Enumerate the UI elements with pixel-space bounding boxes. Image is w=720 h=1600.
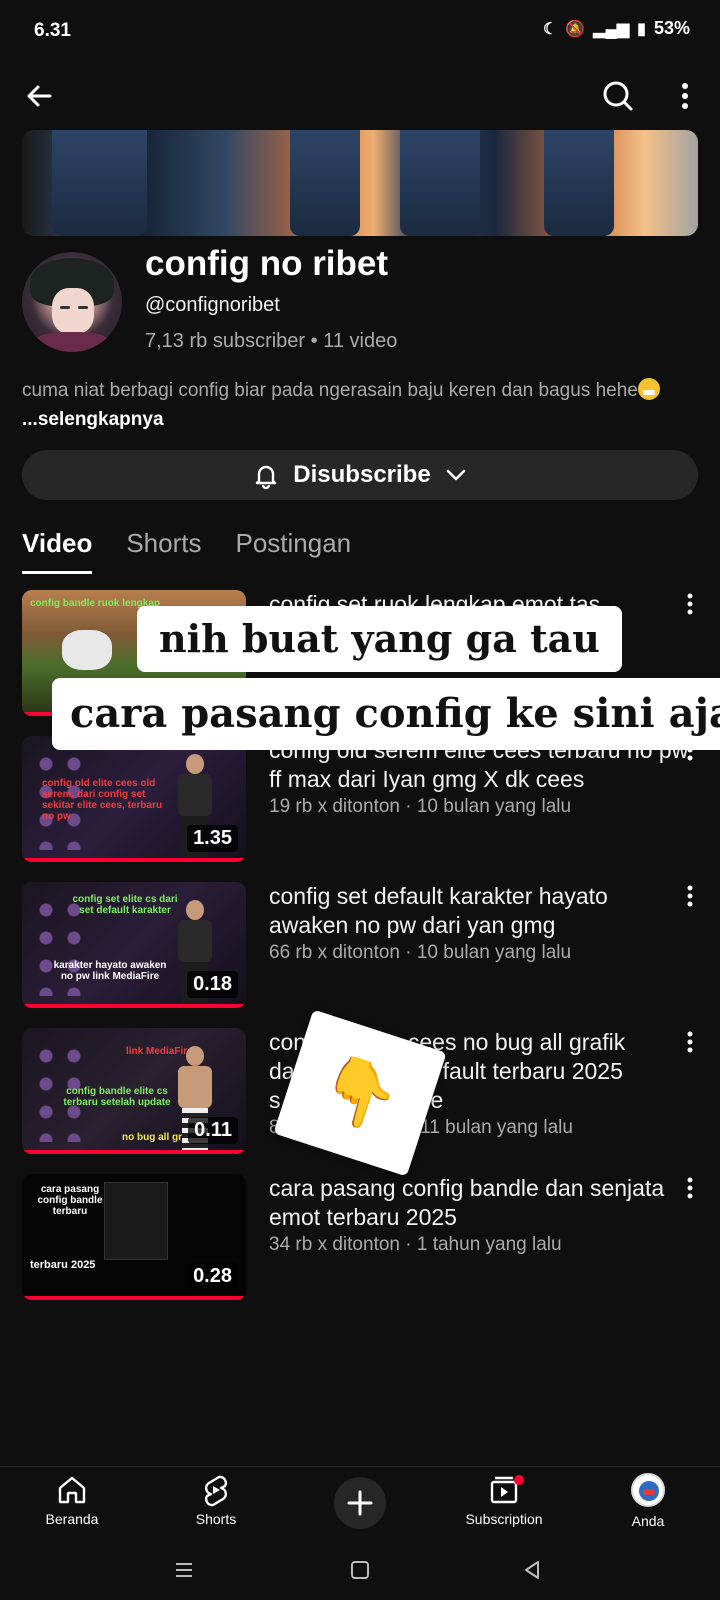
video-meta: 19 rb x ditonton · 10 bulan yang lalu (269, 796, 572, 817)
video-info: config set default karakter hayato awake… (269, 882, 689, 964)
account-avatar (631, 1473, 665, 1507)
video-more-icon[interactable] (678, 1174, 702, 1204)
subscribed-button[interactable]: Disubscribe (22, 450, 698, 500)
notification-dot (514, 1475, 524, 1485)
nav-shorts[interactable]: Shorts (156, 1473, 276, 1527)
back-button-icon[interactable] (520, 1558, 544, 1582)
watch-progress-bar (22, 1296, 246, 1300)
moon-icon: ☾ (542, 20, 558, 38)
status-bar: 6.31 ☾ 🔕 ▂▄▆ ▮ 53% (0, 0, 720, 64)
video-thumbnail[interactable]: config old elite cees old serem, dari co… (22, 736, 246, 862)
subscribe-label: Disubscribe (293, 461, 431, 488)
thumbnail-text: karakter hayato awaken no pw link MediaF… (53, 960, 167, 982)
nav-label: Beranda (45, 1511, 99, 1527)
overlay-caption-line-1: nih buat yang ga tau (137, 606, 622, 672)
channel-avatar[interactable] (22, 252, 122, 352)
top-app-bar (0, 70, 720, 126)
video-thumbnail[interactable]: config bandle elite cs terbaru setelah u… (22, 1028, 246, 1154)
video-meta: 66 rb x ditonton · 10 bulan yang lalu (269, 942, 572, 963)
home-button-icon[interactable] (348, 1558, 372, 1582)
status-time: 6.31 (34, 20, 71, 41)
channel-description[interactable]: cuma niat berbagi config biar pada ngera… (22, 376, 702, 434)
watch-progress-bar (22, 858, 246, 862)
nav-anda[interactable]: Anda (588, 1473, 708, 1529)
video-duration: 1.35 (187, 825, 238, 852)
system-navigation-bar (0, 1546, 720, 1600)
mute-icon: 🔕 (565, 20, 586, 38)
video-duration: 0.28 (187, 1263, 238, 1290)
battery-percent: 53% (653, 18, 690, 38)
banner-figure (400, 130, 480, 236)
tab-video[interactable]: Video (22, 528, 93, 574)
channel-handle: @confignoribet (145, 294, 280, 316)
channel-banner (22, 130, 698, 236)
video-meta: 34 rb x ditonton · 1 tahun yang lalu (269, 1234, 562, 1255)
video-title[interactable]: config set default karakter hayato awake… (269, 882, 689, 940)
thumbnail-text: cara pasang config bandle terbaru (37, 1184, 103, 1217)
video-more-icon[interactable] (678, 1028, 702, 1058)
plus-icon (347, 1490, 373, 1516)
more-vert-icon[interactable] (670, 76, 700, 116)
nav-label: Anda (631, 1513, 665, 1529)
status-icons: ☾ 🔕 ▂▄▆ ▮ 53% (543, 18, 690, 39)
search-icon[interactable] (598, 76, 638, 116)
video-item[interactable]: config old elite cees old serem, dari co… (22, 736, 702, 862)
video-thumbnail[interactable]: config set elite cs dari set default kar… (22, 882, 246, 1008)
channel-stats: 7,13 rb subscriber • 11 video (145, 330, 398, 352)
bottom-navigation: Beranda Shorts Subscription Anda (0, 1466, 720, 1546)
video-title[interactable]: cara pasang config bandle dan senjata em… (269, 1174, 689, 1232)
battery-icon: ▮ (637, 20, 646, 38)
nav-label: Subscription (465, 1511, 543, 1527)
description-text: cuma niat berbagi config biar pada ngera… (22, 380, 638, 401)
chevron-down-icon (446, 469, 465, 481)
signal-icon: ▂▄▆ (593, 20, 630, 38)
nav-beranda[interactable]: Beranda (12, 1473, 132, 1527)
back-arrow-icon[interactable] (20, 76, 60, 116)
video-thumbnail[interactable]: cara pasang config bandle terbaru terbar… (22, 1174, 246, 1300)
banner-figure (544, 130, 614, 236)
video-more-icon[interactable] (678, 590, 702, 620)
thumbnail-text: terbaru 2025 (30, 1259, 96, 1271)
watch-progress-bar (22, 1150, 246, 1154)
description-more-link[interactable]: ...selengkapnya (22, 409, 164, 430)
home-icon (58, 1476, 86, 1504)
thumbnail-text: config old elite cees old serem, dari co… (42, 778, 163, 822)
nav-label: Shorts (195, 1511, 237, 1527)
video-duration: 0.11 (188, 1117, 238, 1144)
create-button[interactable] (334, 1477, 386, 1529)
banner-figure (52, 130, 147, 236)
video-item[interactable]: cara pasang config bandle terbaru terbar… (22, 1174, 702, 1300)
recents-icon[interactable] (172, 1558, 196, 1582)
grin-emoji-icon (637, 378, 660, 400)
video-more-icon[interactable] (678, 882, 702, 912)
tab-postingan[interactable]: Postingan (235, 528, 351, 574)
watch-progress-bar (22, 1004, 246, 1008)
channel-name: config no ribet (145, 244, 389, 283)
thumbnail-text: config bandle elite cs terbaru setelah u… (63, 1086, 171, 1108)
nav-subscription[interactable]: Subscription (444, 1473, 564, 1527)
video-info: cara pasang config bandle dan senjata em… (269, 1174, 689, 1256)
banner-figure (290, 130, 360, 236)
overlay-caption-line-2: cara pasang config ke sini aja (52, 678, 720, 750)
video-item[interactable]: config set elite cs dari set default kar… (22, 882, 702, 1008)
bell-icon (256, 465, 277, 490)
video-duration: 0.18 (187, 971, 238, 998)
channel-tabs: Video Shorts Postingan (22, 528, 351, 574)
shorts-icon (204, 1475, 228, 1507)
thumbnail-text: config set elite cs dari set default kar… (72, 894, 178, 916)
tab-shorts[interactable]: Shorts (126, 528, 201, 574)
